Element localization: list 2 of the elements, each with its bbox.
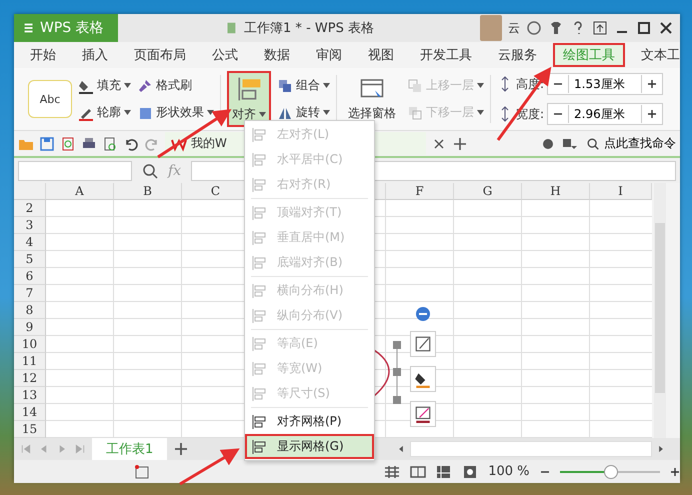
zoom-reading: 100 % xyxy=(488,464,530,479)
window-title: 工作簿1 * - WPS 表格 xyxy=(244,20,374,37)
